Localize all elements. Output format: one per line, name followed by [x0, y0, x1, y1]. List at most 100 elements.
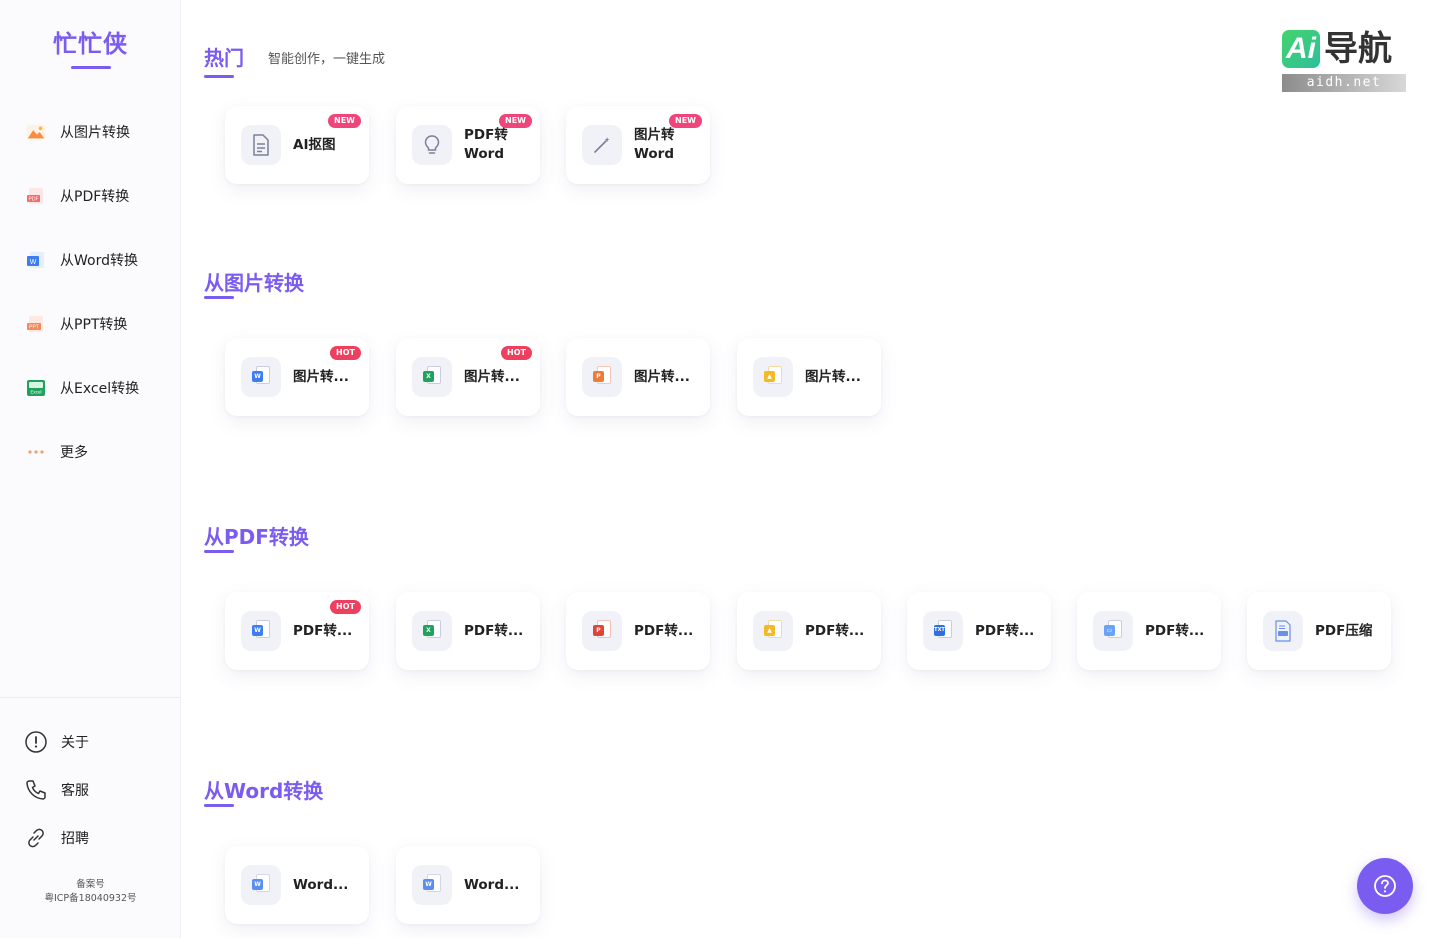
sidebar-item-from-word[interactable]: W 从Word转换 [0, 228, 181, 292]
card-label: PDF转... [1145, 622, 1205, 639]
sidebar-item-label: 从图片转换 [60, 125, 130, 141]
card-label: PDF转... [634, 622, 694, 639]
card-label: 图片转... [293, 368, 349, 385]
card-pdf-to-html[interactable]: ▭ PDF转... [1077, 592, 1221, 670]
sidebar-bottom-nav: 关于 客服 招聘 [0, 718, 181, 862]
card-pdf-to-excel[interactable]: X PDF转... [396, 592, 540, 670]
word-to-pdf-icon: W [412, 865, 452, 905]
image-doc-icon: ▲ [753, 357, 793, 397]
image-doc-icon: ▲ [753, 611, 793, 651]
phone-icon [26, 780, 46, 800]
card-ai-cutout[interactable]: NEW AI抠图 [225, 106, 369, 184]
brand-name: 忙忙侠 [53, 30, 128, 58]
sidebar-item-about[interactable]: 关于 [0, 718, 181, 766]
sidebar-nav: 从图片转换 PDF 从PDF转换 W 从Word转换 PPT 从PPT转换 Ex… [0, 100, 181, 484]
section-underline [204, 75, 234, 78]
card-label: PDF转... [464, 622, 524, 639]
document-icon [241, 125, 281, 165]
sidebar-item-from-image[interactable]: 从图片转换 [0, 100, 181, 164]
excel-file-icon: Excel [26, 378, 46, 398]
word-to-pdf-icon: W [241, 865, 281, 905]
section-underline [204, 804, 234, 807]
card-image-to-image[interactable]: ▲ 图片转... [737, 338, 881, 416]
card-label: PDF转... [975, 622, 1035, 639]
card-pdf-to-word[interactable]: NEW PDF转 Word [396, 106, 540, 184]
word-doc-icon: W [241, 357, 281, 397]
section-underline [204, 296, 234, 299]
card-label: PDF转... [805, 622, 865, 639]
card-label: PDF转... [293, 622, 353, 639]
sidebar-item-from-excel[interactable]: Excel 从Excel转换 [0, 356, 181, 420]
card-pdf-to-ppt[interactable]: P PDF转... [566, 592, 710, 670]
card-image-to-excel[interactable]: HOT X 图片转... [396, 338, 540, 416]
new-badge: NEW [669, 114, 702, 128]
card-image-to-word[interactable]: NEW 图片转 Word [566, 106, 710, 184]
card-label: PDF转 Word [464, 126, 508, 164]
card-label-line1: PDF转 [464, 127, 508, 143]
sidebar-item-label: 从Word转换 [60, 253, 138, 269]
card-label: Word... [464, 876, 520, 893]
card-label: 图片转... [805, 368, 861, 385]
more-dots-icon [26, 442, 46, 462]
brand-logo[interactable]: 忙忙侠 [0, 24, 181, 69]
ppt-file-icon: PPT [26, 314, 46, 334]
sidebar-item-label: 从PPT转换 [60, 317, 128, 333]
card-image-to-word[interactable]: HOT W 图片转... [225, 338, 369, 416]
new-badge: NEW [499, 114, 532, 128]
ai-nav-text: 导航 [1324, 29, 1392, 69]
word-file-icon: W [26, 250, 46, 270]
card-pdf-to-image[interactable]: ▲ PDF转... [737, 592, 881, 670]
aidh-logo: Ai 导航 aidh.net [1282, 28, 1406, 92]
card-word-convert-1[interactable]: W Word... [225, 846, 369, 924]
svg-text:PPT: PPT [29, 325, 39, 331]
sidebar: 忙忙侠 从图片转换 PDF 从PDF转换 W 从Word转换 PPT 从PPT转 [0, 0, 181, 938]
link-icon [28, 828, 44, 848]
ai-badge: Ai [1282, 30, 1320, 68]
excel-doc-icon: X [412, 357, 452, 397]
sidebar-item-label: 从PDF转换 [60, 189, 130, 205]
card-pdf-to-word[interactable]: HOT W PDF转... [225, 592, 369, 670]
card-label-line2: Word [464, 146, 505, 162]
txt-doc-icon: TXT [923, 611, 963, 651]
svg-text:W: W [30, 259, 37, 266]
section-title-from-image: 从图片转换 [204, 271, 304, 295]
card-pdf-compress[interactable]: PDF压缩 [1247, 592, 1391, 670]
question-icon [1374, 875, 1396, 897]
sidebar-item-from-pdf[interactable]: PDF 从PDF转换 [0, 164, 181, 228]
card-label: Word... [293, 876, 349, 893]
section-title-from-word: 从Word转换 [204, 779, 324, 803]
icp-label: 备案号 [76, 879, 105, 890]
sidebar-item-more[interactable]: 更多 [0, 420, 181, 484]
lightbulb-icon [412, 125, 452, 165]
pdf-compress-icon [1263, 611, 1303, 651]
card-label: AI抠图 [293, 136, 336, 153]
sidebar-item-label: 招聘 [61, 831, 89, 847]
sidebar-item-label: 更多 [60, 445, 88, 461]
section-title-hot: 热门 [204, 46, 244, 70]
card-pdf-to-txt[interactable]: TXT PDF转... [907, 592, 1051, 670]
section-title-from-pdf: 从PDF转换 [204, 525, 309, 549]
image-icon [26, 122, 46, 142]
magic-wand-icon [582, 125, 622, 165]
card-image-to-ppt[interactable]: P 图片转... [566, 338, 710, 416]
sidebar-item-jobs[interactable]: 招聘 [0, 814, 181, 862]
pdf-file-icon: PDF [26, 186, 46, 206]
svg-text:PDF: PDF [29, 197, 39, 203]
sidebar-item-label: 客服 [61, 783, 89, 799]
brand-underline [70, 66, 111, 69]
word-doc-icon: W [241, 611, 281, 651]
ppt-doc-icon: P [582, 357, 622, 397]
card-word-convert-2[interactable]: W Word... [396, 846, 540, 924]
sidebar-item-support[interactable]: 客服 [0, 766, 181, 814]
icp-record[interactable]: 备案号 粤ICP备18040932号 [0, 878, 181, 906]
hot-badge: HOT [330, 346, 361, 360]
sidebar-item-from-ppt[interactable]: PPT 从PPT转换 [0, 292, 181, 356]
card-label: 图片转... [464, 368, 520, 385]
card-label-line1: 图片转 [634, 127, 675, 143]
info-circle-icon [25, 731, 47, 753]
ppt-doc-icon: P [582, 611, 622, 651]
svg-text:Excel: Excel [30, 390, 41, 395]
sidebar-divider [0, 697, 181, 698]
hot-badge: HOT [501, 346, 532, 360]
help-button[interactable] [1357, 858, 1413, 914]
